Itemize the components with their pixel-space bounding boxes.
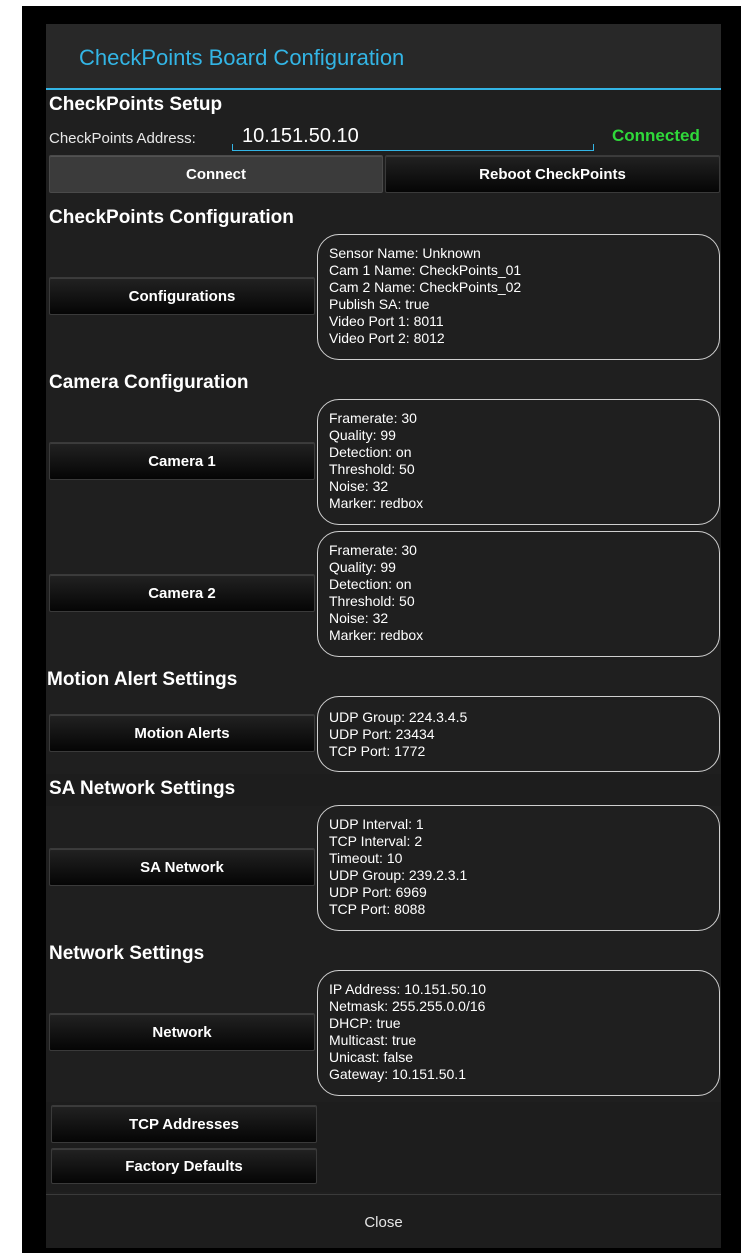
- info-line: DHCP: true: [329, 1015, 401, 1031]
- info-line: Threshold: 50: [329, 593, 415, 609]
- info-line: Quality: 99: [329, 427, 396, 443]
- dialog-title: CheckPoints Board Configuration: [79, 45, 405, 70]
- info-line: UDP Interval: 1: [329, 816, 424, 832]
- motion-info-box: UDP Group: 224.3.4.5 UDP Port: 23434 TCP…: [317, 696, 720, 772]
- camera1-button[interactable]: Camera 1: [49, 442, 315, 480]
- info-line: Detection: on: [329, 576, 412, 592]
- info-line: UDP Group: 224.3.4.5: [329, 709, 468, 725]
- screen-edge-top: [0, 0, 746, 6]
- info-line: Threshold: 50: [329, 461, 415, 477]
- info-line: UDP Port: 6969: [329, 884, 427, 900]
- motion-alerts-button[interactable]: Motion Alerts: [49, 714, 315, 752]
- info-line: UDP Group: 239.2.3.1: [329, 867, 468, 883]
- config-heading: CheckPoints Configuration: [49, 207, 294, 228]
- info-line: Noise: 32: [329, 478, 389, 494]
- address-label: CheckPoints Address:: [49, 130, 196, 147]
- sa-network-button[interactable]: SA Network: [49, 848, 315, 886]
- info-line: Multicast: true: [329, 1032, 417, 1048]
- config-info-box: Sensor Name: Unknown Cam 1 Name: CheckPo…: [317, 234, 720, 360]
- info-line: Marker: redbox: [329, 495, 424, 511]
- network-heading: Network Settings: [49, 943, 205, 964]
- address-input[interactable]: 10.151.50.10: [232, 123, 594, 151]
- info-line: Detection: on: [329, 444, 412, 460]
- info-line: Cam 1 Name: CheckPoints_01: [329, 262, 522, 278]
- camera2-info-box: Framerate: 30 Quality: 99 Detection: on …: [317, 531, 720, 657]
- info-line: Unicast: false: [329, 1049, 414, 1065]
- info-line: Video Port 2: 8012: [329, 330, 445, 346]
- camera1-info-box: Framerate: 30 Quality: 99 Detection: on …: [317, 399, 720, 525]
- info-line: TCP Interval: 2: [329, 833, 423, 849]
- info-line: Framerate: 30: [329, 542, 417, 558]
- info-line: Sensor Name: Unknown: [329, 245, 481, 261]
- connect-button[interactable]: Connect: [49, 155, 383, 193]
- info-line: Quality: 99: [329, 559, 396, 575]
- sa-network-heading: SA Network Settings: [49, 778, 236, 799]
- screen: CheckPoints Board Configuration CheckPoi…: [0, 0, 746, 1253]
- info-line: Marker: redbox: [329, 627, 424, 643]
- info-line: Gateway: 10.151.50.1: [329, 1066, 466, 1082]
- configurations-button[interactable]: Configurations: [49, 277, 315, 315]
- reboot-button[interactable]: Reboot CheckPoints: [385, 155, 720, 193]
- dialog-footer: Close: [46, 1194, 721, 1248]
- info-line: Framerate: 30: [329, 410, 417, 426]
- motion-heading: Motion Alert Settings: [47, 669, 238, 690]
- info-line: Cam 2 Name: CheckPoints_02: [329, 279, 522, 295]
- info-line: Netmask: 255.255.0.0/16: [329, 998, 486, 1014]
- close-button[interactable]: Close: [46, 1195, 721, 1248]
- info-line: Publish SA: true: [329, 296, 430, 312]
- camera2-button[interactable]: Camera 2: [49, 574, 315, 612]
- sa-network-info-box: UDP Interval: 1 TCP Interval: 2 Timeout:…: [317, 805, 720, 931]
- camera-heading: Camera Configuration: [49, 372, 249, 393]
- screen-edge-left: [0, 0, 22, 1253]
- info-line: Noise: 32: [329, 610, 389, 626]
- info-line: IP Address: 10.151.50.10: [329, 981, 486, 997]
- screen-edge-right: [741, 0, 746, 1253]
- setup-heading: CheckPoints Setup: [49, 94, 223, 115]
- configuration-dialog: CheckPoints Board Configuration CheckPoi…: [46, 24, 721, 1248]
- network-button[interactable]: Network: [49, 1013, 315, 1051]
- connection-status: Connected: [612, 126, 700, 145]
- info-line: Video Port 1: 8011: [329, 313, 444, 329]
- info-line: TCP Port: 1772: [329, 743, 426, 759]
- info-line: Timeout: 10: [329, 850, 403, 866]
- factory-defaults-button[interactable]: Factory Defaults: [51, 1148, 317, 1184]
- info-line: TCP Port: 8088: [329, 901, 426, 917]
- info-line: UDP Port: 23434: [329, 726, 435, 742]
- tcp-addresses-button[interactable]: TCP Addresses: [51, 1105, 317, 1143]
- dialog-title-bar: CheckPoints Board Configuration: [46, 24, 721, 90]
- network-info-box: IP Address: 10.151.50.10 Netmask: 255.25…: [317, 970, 720, 1096]
